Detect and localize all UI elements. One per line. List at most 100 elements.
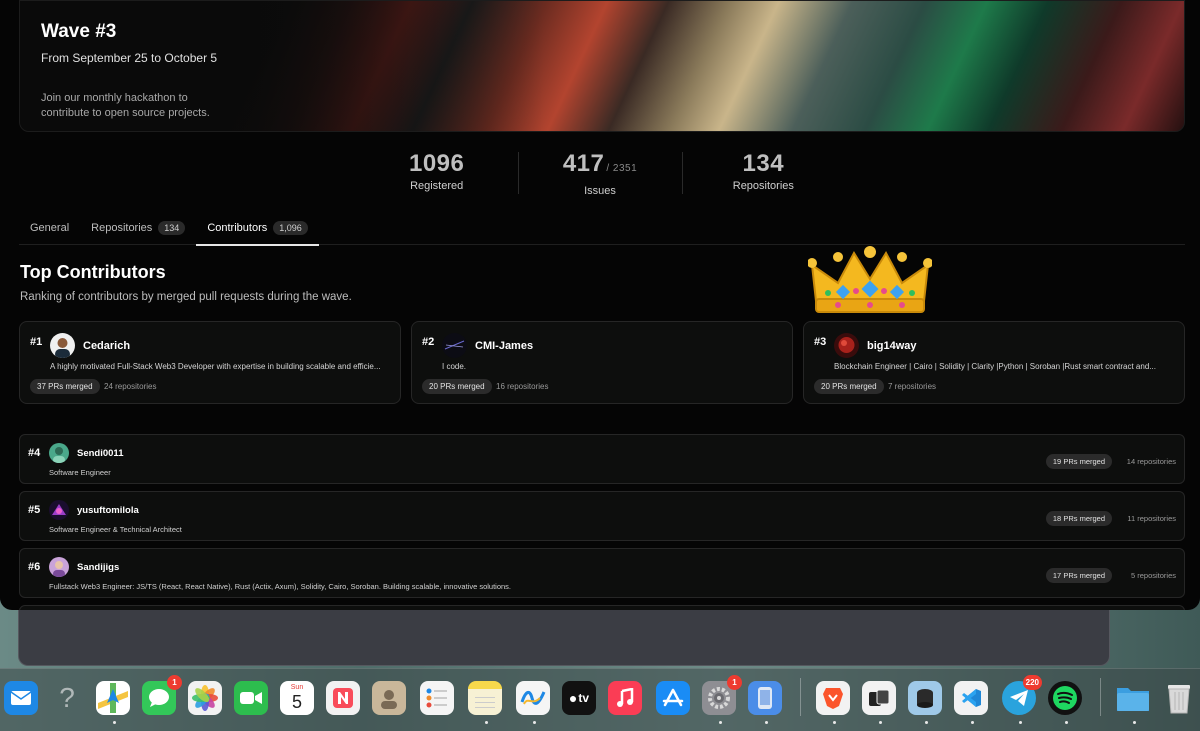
maps-icon[interactable] (96, 681, 130, 715)
running-indicator (1019, 721, 1022, 724)
vscode-icon[interactable] (954, 681, 988, 715)
rank-label: #2 (422, 336, 435, 348)
stat-label: Repositories (732, 180, 794, 192)
telegram-icon[interactable]: 220 (1002, 675, 1042, 715)
wave-title: Wave #3 (41, 21, 117, 42)
tab-count-badge: 134 (158, 221, 186, 235)
reminders-icon[interactable] (420, 681, 454, 715)
contributor-bio: Software Engineer (49, 468, 111, 477)
tab-general[interactable]: General (19, 214, 80, 245)
contributor-row[interactable]: #5 yusuftomilola Software Engineer & Tec… (19, 491, 1185, 541)
contributor-bio: Blockchain Engineer | Cairo | Solidity |… (834, 362, 1156, 371)
tab-bar: General Repositories 134 Contributors 1,… (19, 214, 1185, 246)
music-icon[interactable] (608, 681, 642, 715)
notification-badge: 220 (1022, 675, 1042, 690)
contributor-name[interactable]: Sandijigs (77, 562, 119, 573)
news-icon[interactable] (326, 681, 360, 715)
contributor-row[interactable]: #4 Sendi0011 Software Engineer 19 PRs me… (19, 434, 1185, 484)
folder-icon[interactable] (1116, 681, 1150, 715)
running-indicator (1065, 721, 1068, 724)
avatar (49, 443, 69, 463)
finder-drive-icon[interactable] (908, 681, 942, 715)
stat-value: 1096 (408, 150, 465, 177)
running-indicator (833, 721, 836, 724)
stat-repositories: 134 Repositories (681, 150, 845, 196)
browser-window: Wave #3 From September 25 to October 5 J… (0, 0, 1200, 610)
running-indicator (765, 721, 768, 724)
app-store-icon[interactable] (656, 681, 690, 715)
rank-label: #6 (28, 561, 41, 573)
contributor-name[interactable]: Cedarich (83, 340, 130, 352)
spotify-icon[interactable] (1048, 681, 1082, 715)
stat-issues: 417/ 2351 Issues (518, 150, 681, 197)
contributor-name[interactable]: yusuftomilola (77, 505, 139, 516)
prs-merged-badge: 37 PRs merged (30, 379, 100, 394)
section-subtitle: Ranking of contributors by merged pull r… (20, 291, 352, 303)
stat-label: Issues (584, 185, 616, 197)
calendar-icon[interactable]: Sun 5 (280, 681, 314, 715)
help-icon[interactable]: ? (50, 681, 84, 715)
prs-merged-badge: 18 PRs merged (1045, 511, 1112, 526)
top-contributor-card[interactable]: #3 big14way Blockchain Engineer | Cairo … (803, 321, 1185, 404)
contributor-name[interactable]: Sendi0011 (77, 448, 123, 459)
simulator-icon[interactable] (748, 681, 782, 715)
running-indicator (971, 721, 974, 724)
repositories-count: 14 repositories (1126, 457, 1176, 466)
contributor-row[interactable] (19, 605, 1185, 610)
running-indicator (719, 721, 722, 724)
repositories-count: 24 repositories (104, 382, 157, 391)
avatar (49, 500, 69, 520)
running-indicator (485, 721, 488, 724)
rank-label: #1 (30, 336, 43, 348)
running-indicator (879, 721, 882, 724)
brave-icon[interactable] (816, 681, 850, 715)
dashboard-icon[interactable] (862, 681, 896, 715)
repositories-count: 16 repositories (496, 382, 549, 391)
apple-tv-label: tv (578, 691, 590, 705)
repositories-count: 11 repositories (1127, 514, 1176, 523)
stat-registered: 1096 Registered (355, 150, 518, 196)
top-contributor-card[interactable]: #2 CMI-James I code. 20 PRs merged 16 re… (411, 321, 793, 404)
stat-value: 417 (562, 150, 605, 177)
tab-contributors[interactable]: Contributors 1,096 (196, 214, 320, 246)
contributor-row[interactable]: #6 Sandijigs Fullstack Web3 Engineer: JS… (19, 548, 1185, 598)
settings-icon[interactable]: 1 (702, 675, 742, 715)
contributor-name[interactable]: big14way (867, 340, 917, 352)
tab-label: Contributors (207, 222, 268, 234)
calendar-day: 5 (291, 692, 302, 712)
repositories-count: 5 repositories (1130, 571, 1176, 580)
prs-merged-badge: 20 PRs merged (422, 379, 492, 394)
trash-icon[interactable] (1162, 681, 1196, 715)
notes-icon[interactable] (468, 681, 502, 715)
contributor-bio: I code. (442, 362, 467, 371)
tab-repositories[interactable]: Repositories 134 (80, 214, 196, 245)
contributor-bio: A highly motivated Full-Stack Web3 Devel… (50, 362, 381, 371)
notification-badge: 1 (167, 675, 182, 690)
avatar (50, 333, 75, 358)
contacts-icon[interactable] (372, 681, 406, 715)
calendar-month: Sun (290, 684, 304, 691)
stat-label: Registered (410, 180, 464, 192)
tab-label: General (30, 222, 70, 234)
messages-icon[interactable]: 1 (142, 675, 182, 715)
section-title: Top Contributors (20, 262, 166, 282)
rank-label: #3 (814, 336, 827, 348)
avatar (442, 333, 467, 358)
running-indicator (533, 721, 536, 724)
stat-total: / 2351 (606, 163, 638, 174)
running-indicator (1133, 721, 1136, 724)
contributor-name[interactable]: CMI-James (475, 340, 533, 352)
contributor-bio: Fullstack Web3 Engineer: JS/TS (React, R… (49, 582, 512, 591)
facetime-icon[interactable] (234, 681, 268, 715)
top-contributor-card[interactable]: #1 Cedarich A highly motivated Full-Stac… (19, 321, 401, 404)
photos-icon[interactable] (188, 681, 222, 715)
avatar (834, 333, 859, 358)
mail-icon[interactable] (4, 681, 38, 715)
wave-description: Join our monthly hackathon to contribute… (41, 92, 210, 119)
running-indicator (113, 721, 116, 724)
rank-label: #4 (28, 447, 41, 459)
apple-tv-icon[interactable]: ● tv (562, 681, 596, 715)
stat-value: 134 (742, 150, 785, 177)
crown-icon (808, 246, 932, 313)
freeform-icon[interactable] (516, 681, 550, 715)
